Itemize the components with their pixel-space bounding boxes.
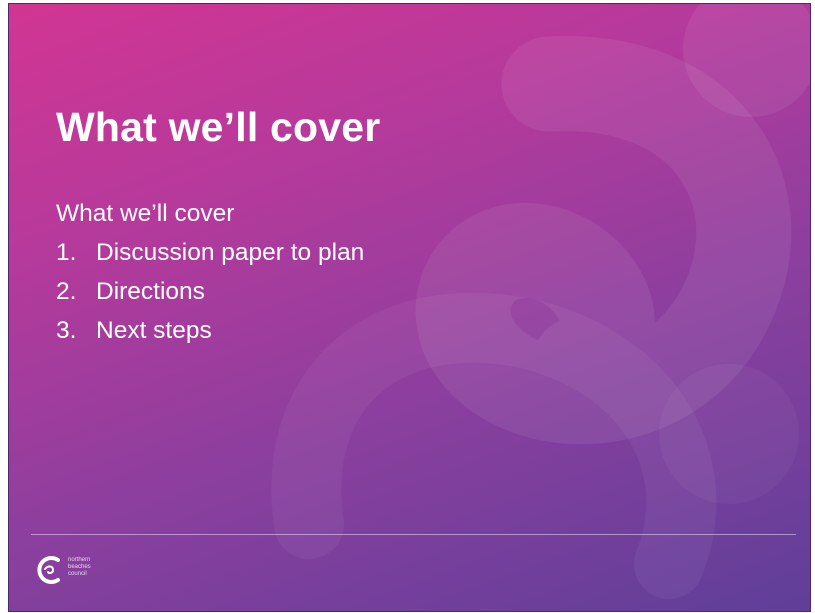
agenda-item-number: 3. bbox=[56, 317, 77, 344]
logo-text-line: council bbox=[68, 571, 87, 577]
slide-body: What we’ll cover 1. Discussion paper to … bbox=[56, 194, 364, 350]
council-logo: northern beaches council bbox=[36, 555, 126, 591]
agenda-item: 3. Next steps bbox=[56, 311, 364, 350]
logo-text: northern beaches council bbox=[68, 557, 91, 578]
agenda-item-number: 1. bbox=[56, 239, 77, 266]
footer-divider bbox=[31, 534, 796, 535]
wave-c-logo-icon bbox=[37, 556, 60, 584]
agenda-item-label: Discussion paper to plan bbox=[96, 239, 365, 266]
slide: What we’ll cover What we’ll cover 1. Dis… bbox=[8, 3, 811, 612]
agenda-list: 1. Discussion paper to plan 2. Direction… bbox=[56, 233, 364, 350]
logo-text-line: beaches bbox=[68, 564, 91, 570]
agenda-item: 2. Directions bbox=[56, 272, 364, 311]
logo-text-line: northern bbox=[68, 557, 91, 563]
slide-title: What we’ll cover bbox=[56, 104, 381, 150]
agenda-item-number: 2. bbox=[56, 278, 77, 305]
agenda-item-label: Directions bbox=[96, 278, 205, 305]
agenda-item-label: Next steps bbox=[96, 317, 212, 344]
agenda-item: 1. Discussion paper to plan bbox=[56, 233, 364, 272]
intro-text: What we’ll cover bbox=[56, 200, 235, 227]
